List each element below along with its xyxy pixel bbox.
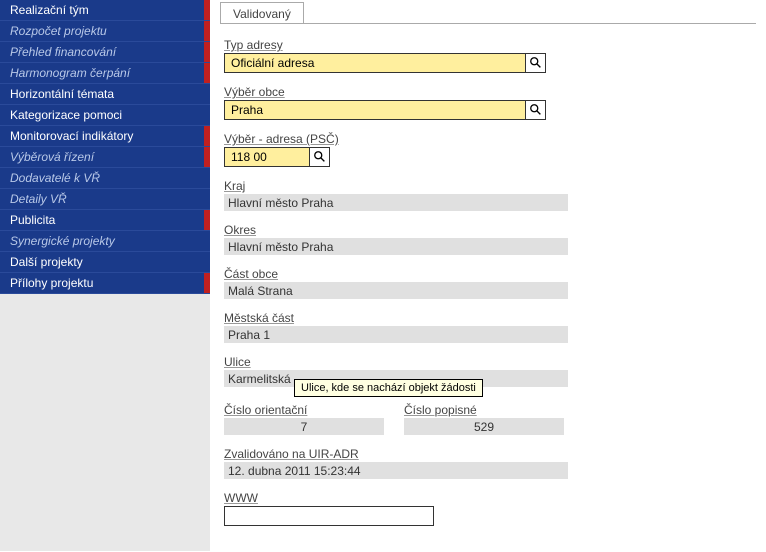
red-marker-icon xyxy=(204,21,210,41)
lookup-vyber-psc[interactable] xyxy=(310,147,330,167)
label-vyber-psc: Výběr - adresa (PSČ) xyxy=(224,132,752,146)
sidebar-item-label: Harmonogram čerpání xyxy=(10,66,130,80)
value-cislo-popisne: 529 xyxy=(404,418,564,435)
sidebar-item-2[interactable]: Přehled financování xyxy=(0,42,210,63)
sidebar-item-label: Synergické projekty xyxy=(10,234,115,248)
input-vyber-obce[interactable]: Praha xyxy=(224,100,526,120)
sidebar-item-label: Realizační tým xyxy=(10,3,89,17)
sidebar-item-label: Výběrová řízení xyxy=(10,150,94,164)
sidebar-item-6[interactable]: Monitorovací indikátory xyxy=(0,126,210,147)
sidebar: Realizační tým Rozpočet projektu Přehled f… xyxy=(0,0,210,551)
sidebar-item-label: Přílohy projektu xyxy=(10,276,93,290)
red-marker-icon xyxy=(204,126,210,146)
lookup-typ-adresy[interactable] xyxy=(526,53,546,73)
main-panel: Validovaný Typ adresy Oficiální adresa V… xyxy=(210,0,766,551)
sidebar-item-3[interactable]: Harmonogram čerpání xyxy=(0,63,210,84)
red-marker-icon xyxy=(204,0,210,20)
form-area: Typ adresy Oficiální adresa Výběr obce P… xyxy=(220,24,756,552)
search-icon xyxy=(529,103,543,117)
value-mestska-cast: Praha 1 xyxy=(224,326,568,343)
sidebar-item-label: Publicita xyxy=(10,213,55,227)
label-www: WWW xyxy=(224,491,752,505)
field-kraj: Kraj Hlavní město Praha xyxy=(224,179,752,211)
value-zvalidovano: 12. dubna 2011 15:23:44 xyxy=(224,462,568,479)
sidebar-item-label: Přehled financování xyxy=(10,45,116,59)
sidebar-item-4[interactable]: Horizontální témata xyxy=(0,84,210,105)
label-okres: Okres xyxy=(224,223,752,237)
sidebar-item-label: Další projekty xyxy=(10,255,83,269)
field-typ-adresy: Typ adresy Oficiální adresa xyxy=(224,38,752,73)
red-marker-icon xyxy=(204,42,210,62)
field-vyber-psc: Výběr - adresa (PSČ) 118 00 xyxy=(224,132,752,167)
sidebar-item-5[interactable]: Kategorizace pomoci xyxy=(0,105,210,126)
sidebar-item-1[interactable]: Rozpočet projektu xyxy=(0,21,210,42)
red-marker-icon xyxy=(204,147,210,167)
sidebar-item-label: Detaily VŘ xyxy=(10,192,67,206)
tooltip-ulice: Ulice, kde se nachází objekt žádosti xyxy=(294,379,483,397)
sidebar-item-label: Horizontální témata xyxy=(10,87,114,101)
red-marker-icon xyxy=(204,210,210,230)
label-cast-obce: Část obce xyxy=(224,267,752,281)
value-kraj: Hlavní město Praha xyxy=(224,194,568,211)
sidebar-item-13[interactable]: Přílohy projektu xyxy=(0,273,210,294)
field-cast-obce: Část obce Malá Strana xyxy=(224,267,752,299)
sidebar-item-11[interactable]: Synergické projekty xyxy=(0,231,210,252)
sidebar-item-7[interactable]: Výběrová řízení xyxy=(0,147,210,168)
tab-validovany[interactable]: Validovaný xyxy=(220,2,304,23)
sidebar-item-8[interactable]: Dodavatelé k VŘ xyxy=(0,168,210,189)
label-zvalidovano: Zvalidováno na UIR-ADR xyxy=(224,447,752,461)
sidebar-item-label: Rozpočet projektu xyxy=(10,24,107,38)
input-vyber-psc[interactable]: 118 00 xyxy=(224,147,310,167)
red-marker-icon xyxy=(204,273,210,293)
field-cisla: Číslo orientační 7 Číslo popisné 529 xyxy=(224,403,752,435)
field-vyber-obce: Výběr obce Praha xyxy=(224,85,752,120)
label-cislo-popisne: Číslo popisné xyxy=(404,403,564,417)
label-vyber-obce: Výběr obce xyxy=(224,85,752,99)
sidebar-item-label: Monitorovací indikátory xyxy=(10,129,133,143)
input-www[interactable] xyxy=(224,506,434,526)
value-okres: Hlavní město Praha xyxy=(224,238,568,255)
field-okres: Okres Hlavní město Praha xyxy=(224,223,752,255)
red-marker-icon xyxy=(204,63,210,83)
value-cislo-orientacni: 7 xyxy=(224,418,384,435)
sidebar-item-9[interactable]: Detaily VŘ xyxy=(0,189,210,210)
sidebar-item-12[interactable]: Další projekty xyxy=(0,252,210,273)
field-mestska-cast: Městská část Praha 1 xyxy=(224,311,752,343)
label-typ-adresy: Typ adresy xyxy=(224,38,752,52)
input-typ-adresy[interactable]: Oficiální adresa xyxy=(224,53,526,73)
sidebar-item-label: Kategorizace pomoci xyxy=(10,108,122,122)
lookup-vyber-obce[interactable] xyxy=(526,100,546,120)
label-mestska-cast: Městská část xyxy=(224,311,752,325)
label-ulice: Ulice xyxy=(224,355,752,369)
tab-bar: Validovaný xyxy=(220,0,756,24)
search-icon xyxy=(313,150,327,164)
search-icon xyxy=(529,56,543,70)
sidebar-item-label: Dodavatelé k VŘ xyxy=(10,171,100,185)
label-kraj: Kraj xyxy=(224,179,752,193)
sidebar-item-10[interactable]: Publicita xyxy=(0,210,210,231)
field-www: WWW xyxy=(224,491,752,526)
field-zvalidovano: Zvalidováno na UIR-ADR 12. dubna 2011 15… xyxy=(224,447,752,479)
sidebar-item-0[interactable]: Realizační tým xyxy=(0,0,210,21)
value-cast-obce: Malá Strana xyxy=(224,282,568,299)
label-cislo-orientacni: Číslo orientační xyxy=(224,403,384,417)
